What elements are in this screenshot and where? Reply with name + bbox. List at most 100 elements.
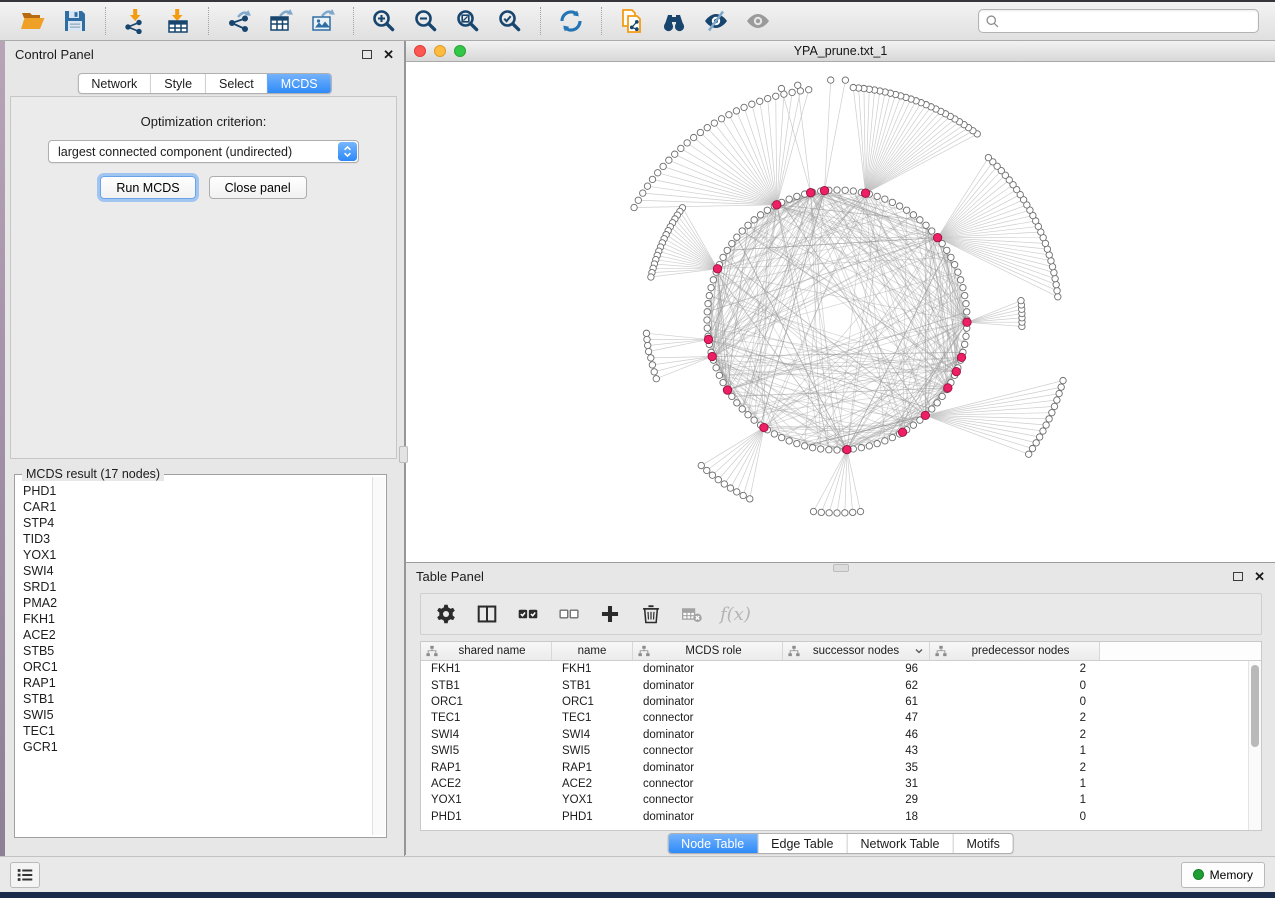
mcds-result-item[interactable]: STP4 xyxy=(23,515,371,531)
tab-node-table[interactable]: Node Table xyxy=(668,834,757,853)
graph-node[interactable] xyxy=(795,82,801,88)
graph-node[interactable] xyxy=(724,247,730,253)
graph-node[interactable] xyxy=(757,98,763,104)
graph-node[interactable] xyxy=(648,274,654,280)
save-session-button[interactable] xyxy=(56,5,94,37)
graph-node-mcds[interactable] xyxy=(963,318,971,326)
graph-node[interactable] xyxy=(1051,403,1057,409)
graph-node[interactable] xyxy=(747,496,753,502)
graph-node-mcds[interactable] xyxy=(723,386,731,394)
graph-node[interactable] xyxy=(741,104,747,110)
table-row[interactable]: YOX1YOX1connector291 xyxy=(421,792,1248,808)
graph-node[interactable] xyxy=(882,196,888,202)
duplicate-network-button[interactable] xyxy=(613,5,651,37)
graph-node[interactable] xyxy=(698,462,704,468)
table-row[interactable]: SWI4SWI4dominator462 xyxy=(421,727,1248,743)
graph-node[interactable] xyxy=(964,309,970,315)
import-network-button[interactable] xyxy=(117,5,155,37)
tab-style[interactable]: Style xyxy=(150,74,205,93)
zoom-fit-button[interactable] xyxy=(449,5,487,37)
graph-node[interactable] xyxy=(643,330,649,336)
graph-node[interactable] xyxy=(739,406,745,412)
mcds-result-item[interactable]: SWI4 xyxy=(23,563,371,579)
select-all-rows-button[interactable] xyxy=(515,602,540,627)
graph-node[interactable] xyxy=(1048,258,1054,264)
graph-node[interactable] xyxy=(934,400,940,406)
graph-node[interactable] xyxy=(660,163,666,169)
graph-node[interactable] xyxy=(1043,422,1049,428)
graph-node[interactable] xyxy=(704,309,710,315)
graph-node[interactable] xyxy=(828,77,834,83)
mcds-result-item[interactable]: SRD1 xyxy=(23,579,371,595)
float-panel-icon[interactable] xyxy=(362,50,372,59)
graph-node[interactable] xyxy=(963,333,969,339)
graph-node[interactable] xyxy=(729,240,735,246)
graph-node[interactable] xyxy=(778,85,784,91)
graph-node-mcds[interactable] xyxy=(820,186,828,194)
column-header-name[interactable]: name xyxy=(552,642,633,660)
graph-node[interactable] xyxy=(1052,275,1058,281)
graph-node[interactable] xyxy=(1040,428,1046,434)
mcds-result-item[interactable]: ACE2 xyxy=(23,627,371,643)
table-row[interactable]: ORC1ORC1dominator610 xyxy=(421,694,1248,710)
graph-node[interactable] xyxy=(896,203,902,209)
graph-node[interactable] xyxy=(708,284,714,290)
column-header-predecessor-nodes[interactable]: predecessor nodes xyxy=(930,642,1100,660)
graph-node[interactable] xyxy=(806,87,812,93)
table-row[interactable]: FKH1FKH1dominator962 xyxy=(421,661,1248,677)
mcds-result-list[interactable]: PHD1CAR1STP4TID3YOX1SWI4SRD1PMA2FKH1ACE2… xyxy=(16,477,371,835)
add-column-button[interactable] xyxy=(597,602,622,627)
graph-node[interactable] xyxy=(684,140,690,146)
graph-node[interactable] xyxy=(739,228,745,234)
mcds-result-item[interactable]: CAR1 xyxy=(23,499,371,515)
graph-node[interactable] xyxy=(716,372,722,378)
graph-node[interactable] xyxy=(778,434,784,440)
graph-node[interactable] xyxy=(789,89,795,95)
zoom-out-button[interactable] xyxy=(407,5,445,37)
memory-button[interactable]: Memory xyxy=(1181,862,1265,888)
mcds-result-item[interactable]: STB5 xyxy=(23,643,371,659)
graph-node[interactable] xyxy=(709,472,715,478)
graph-node[interactable] xyxy=(1049,409,1055,415)
graph-node[interactable] xyxy=(635,197,641,203)
graph-node[interactable] xyxy=(955,269,961,275)
graph-node[interactable] xyxy=(961,341,967,347)
delete-column-button[interactable] xyxy=(638,602,663,627)
graph-node[interactable] xyxy=(794,440,800,446)
graph-node-mcds[interactable] xyxy=(806,189,814,197)
graph-node[interactable] xyxy=(733,108,739,114)
column-header-MCDS-role[interactable]: MCDS role xyxy=(633,642,783,660)
graph-node[interactable] xyxy=(771,431,777,437)
graph-node[interactable] xyxy=(644,183,650,189)
graph-node[interactable] xyxy=(1051,269,1057,275)
graph-node[interactable] xyxy=(874,440,880,446)
graph-node[interactable] xyxy=(834,447,840,453)
graph-node[interactable] xyxy=(640,190,646,196)
table-settings-button[interactable] xyxy=(433,602,458,627)
horizontal-splitter-grip[interactable] xyxy=(833,564,849,572)
column-header-successor-nodes[interactable]: successor nodes xyxy=(783,642,930,660)
export-image-button[interactable] xyxy=(304,5,342,37)
graph-node-mcds[interactable] xyxy=(843,445,851,453)
minimize-window-icon[interactable] xyxy=(434,45,446,57)
network-canvas[interactable] xyxy=(406,62,1275,562)
graph-node[interactable] xyxy=(957,277,963,283)
export-table-button[interactable] xyxy=(262,5,300,37)
graph-node[interactable] xyxy=(951,261,957,267)
graph-node-mcds[interactable] xyxy=(957,353,965,361)
graph-node[interactable] xyxy=(786,196,792,202)
graph-node[interactable] xyxy=(704,124,710,130)
import-table-button[interactable] xyxy=(159,5,197,37)
vertical-splitter-grip[interactable] xyxy=(399,446,408,463)
graph-node[interactable] xyxy=(773,93,779,99)
table-scrollbar[interactable] xyxy=(1248,661,1261,830)
mcds-result-item[interactable]: ORC1 xyxy=(23,659,371,675)
tab-network[interactable]: Network xyxy=(78,74,150,93)
close-window-icon[interactable] xyxy=(414,45,426,57)
open-file-button[interactable] xyxy=(14,5,52,37)
graph-node[interactable] xyxy=(961,292,967,298)
graph-node[interactable] xyxy=(706,292,712,298)
graph-node[interactable] xyxy=(850,84,856,90)
graph-node[interactable] xyxy=(960,284,966,290)
graph-node[interactable] xyxy=(704,317,710,323)
